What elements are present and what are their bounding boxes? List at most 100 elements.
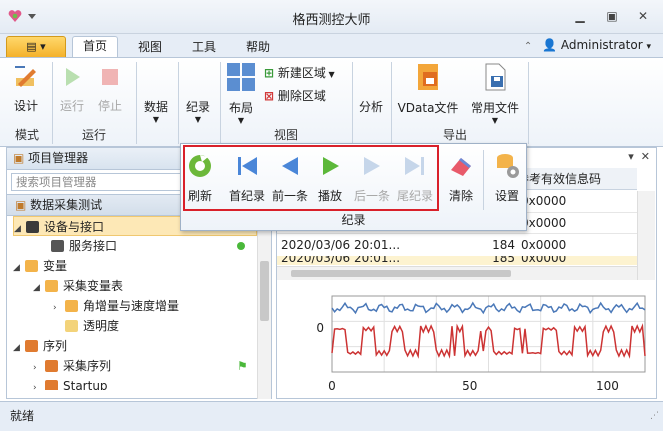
expanded-arrow-icon: ◢ (13, 343, 20, 353)
folder-icon (25, 260, 38, 272)
separator (352, 62, 353, 144)
previous-icon (282, 157, 298, 175)
table-icon (45, 280, 58, 292)
grid-vertical-scrollbar[interactable] (637, 191, 655, 280)
group-label-view: 视图 (273, 128, 298, 142)
grid-horizontal-scrollbar[interactable] (277, 266, 637, 280)
tab-view[interactable]: 视图 (128, 38, 172, 58)
chevron-down-icon: ▾ (646, 42, 651, 52)
run-button[interactable]: 运行 (56, 64, 88, 114)
group-label-run: 运行 (81, 128, 106, 142)
eraser-icon (451, 158, 471, 176)
layout-button[interactable]: 布局 ▼ (224, 62, 258, 125)
pane-menu-icon[interactable]: ▾ (628, 150, 634, 163)
tab-tools[interactable]: 工具 (182, 38, 226, 58)
tree-item-transparency[interactable]: 透明度 (65, 316, 119, 336)
chart-x-tick-label: 100 (596, 379, 619, 393)
table-row[interactable]: 2020/03/06 20:01... 184 0x0000 (277, 233, 637, 255)
common-file-button[interactable]: 常用文件 ▼ (467, 62, 523, 125)
delete-region-button[interactable]: ⊠ 删除区域 (264, 87, 326, 104)
collapsed-arrow-icon: › (53, 303, 57, 313)
tree-item-sequences[interactable]: ◢ 序列 (13, 336, 67, 356)
sequence-icon (45, 380, 58, 390)
folder-icon: ▣ (15, 198, 27, 212)
refresh-icon (189, 155, 211, 177)
tree-item-service-interface[interactable]: 服务接口 (51, 236, 251, 256)
chart-x-tick-label: 0 (328, 379, 336, 393)
separator (528, 62, 529, 144)
tab-help[interactable]: 帮助 (236, 38, 280, 58)
analysis-button[interactable]: 分析 (356, 98, 386, 115)
user-name: Administrator (560, 38, 643, 52)
flag-icon: ⚑ (237, 359, 248, 373)
first-record-icon (238, 157, 257, 175)
variable-icon (65, 300, 78, 312)
collapsed-arrow-icon: › (33, 383, 37, 390)
chart-y-tick-label: 0 (316, 321, 324, 335)
variable-icon (65, 320, 78, 332)
user-icon: 👤 (542, 38, 557, 52)
status-bar: 就绪 ⋰ (0, 401, 663, 431)
next-record-button[interactable]: 后一条 (352, 152, 392, 204)
status-text: 就绪 (10, 409, 35, 423)
previous-record-button[interactable]: 前一条 (270, 152, 310, 204)
separator (483, 150, 484, 210)
pane-controls: ▾ ✕ (628, 150, 650, 163)
design-button[interactable]: 设计 (6, 64, 46, 114)
pane-close-icon[interactable]: ✕ (641, 150, 650, 163)
chart-x-tick-label: 50 (462, 379, 477, 393)
device-icon (26, 221, 39, 233)
dropdown-arrow-icon: ▼ (491, 116, 499, 125)
file-menu-button[interactable]: ▤ ▾ (6, 36, 66, 58)
expanded-arrow-icon: ◢ (33, 283, 40, 293)
title-bar: 格西测控大师 ▁ ▣ ✕ (0, 0, 663, 34)
first-record-button[interactable]: 首纪录 (226, 152, 268, 204)
sequence-icon (25, 340, 38, 352)
new-region-button[interactable]: ⊞ 新建区域 ▼ (264, 64, 335, 81)
popup-group-label: 纪录 (341, 213, 366, 227)
play-button[interactable]: 播放 (314, 152, 346, 204)
tree-item-startup[interactable]: › Startup (33, 376, 108, 390)
maximize-button[interactable]: ▣ (603, 8, 621, 24)
group-label-export: 导出 (442, 128, 467, 142)
tree-item-collect-variable-table[interactable]: ◢ 采集变量表 (33, 276, 123, 296)
vdata-file-button[interactable]: VData文件 (395, 62, 461, 116)
resize-grip-icon[interactable]: ⋰ (650, 402, 659, 430)
play-icon (323, 157, 339, 175)
delete-region-icon: ⊠ (264, 89, 275, 103)
separator (220, 62, 221, 144)
sequence-icon (45, 360, 58, 372)
ribbon-tab-row: ▤ ▾ 首页 视图 工具 帮助 ⌃ 👤 Administrator ▾ (0, 34, 663, 58)
group-label-mode: 模式 (14, 128, 39, 142)
user-menu[interactable]: ⌃ 👤 Administrator ▾ (524, 38, 651, 52)
grid-column-header[interactable]: 参考有效信息码 (517, 168, 637, 190)
dropdown-arrow-icon: ▼ (237, 116, 245, 125)
collapsed-arrow-icon: › (33, 363, 37, 373)
table-row[interactable]: 2020/03/06 20:01... 185 0x0000 (277, 256, 637, 265)
tree-item-collect-sequence[interactable]: › 采集序列 ⚑ (33, 356, 253, 376)
records-button[interactable]: 纪录 ▼ (182, 98, 214, 124)
settings-button[interactable]: 设置 (490, 150, 524, 204)
close-button[interactable]: ✕ (634, 8, 652, 24)
separator (391, 62, 392, 144)
scrollbar-thumb[interactable] (291, 270, 511, 277)
ribbon-collapse-icon[interactable]: ⌃ (524, 41, 532, 52)
expanded-arrow-icon: ◢ (13, 263, 20, 273)
clear-button[interactable]: 清除 (444, 152, 478, 204)
refresh-button[interactable]: 刷新 (184, 152, 216, 204)
ribbon: 设计 运行 停止 数据 ▼ 纪录 ▼ 布局 ▼ ⊞ 新建区域 ▼ ⊠ 删除区域 … (0, 57, 663, 147)
separator (178, 62, 179, 144)
last-record-button[interactable]: 尾纪录 (394, 152, 436, 204)
tree-item-variables[interactable]: ◢ 变量 (13, 256, 67, 276)
tab-home[interactable]: 首页 (72, 36, 118, 58)
layout-grid-icon (227, 63, 255, 91)
tree-item-angle-velocity[interactable]: › 角增量与速度增量 (53, 296, 179, 316)
minimize-button[interactable]: ▁ (571, 8, 589, 24)
stop-button[interactable]: 停止 (94, 64, 126, 114)
project-scrollbar[interactable] (257, 231, 271, 399)
add-region-icon: ⊞ (264, 66, 275, 80)
play-icon (66, 68, 80, 86)
data-button[interactable]: 数据 ▼ (140, 98, 172, 124)
scrollbar-thumb[interactable] (260, 261, 269, 321)
dropdown-arrow-icon: ▼ (152, 115, 160, 124)
